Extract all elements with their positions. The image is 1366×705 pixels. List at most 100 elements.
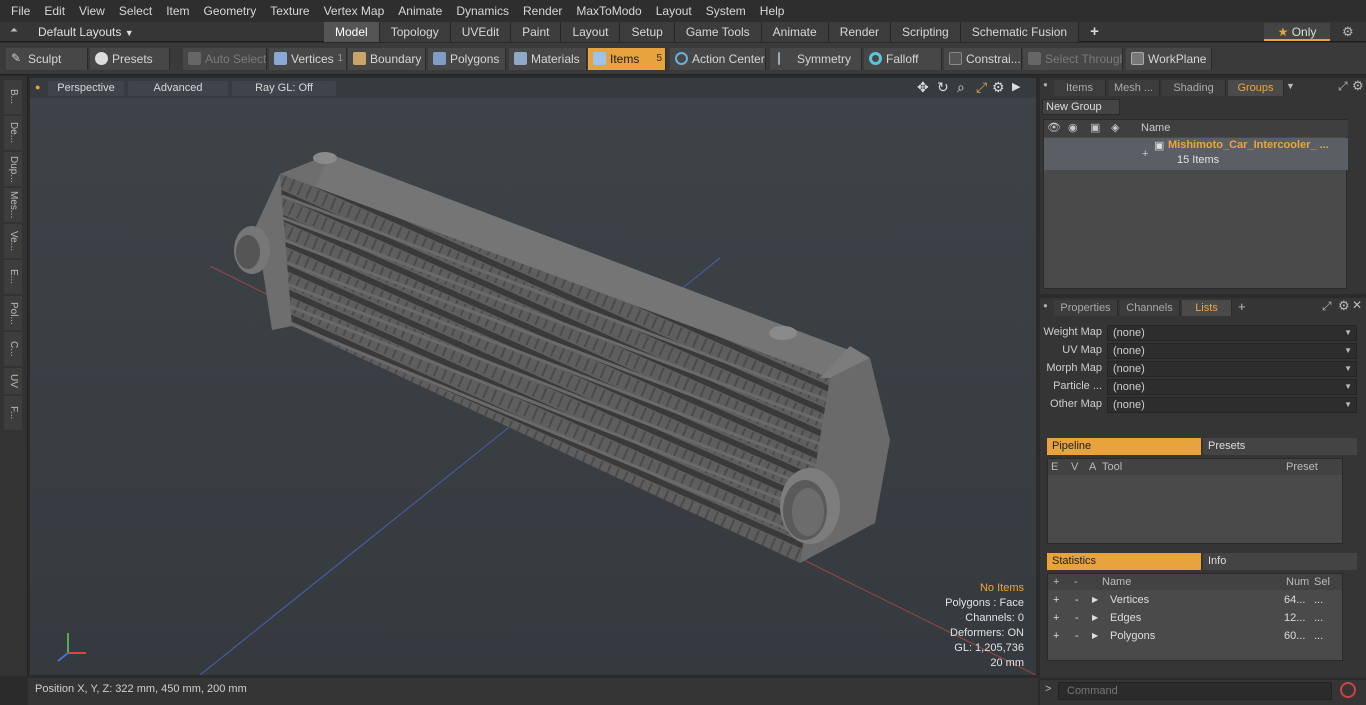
close-icon[interactable]: ✕ — [1352, 298, 1362, 312]
table-row[interactable]: + - ▶ Edges 12... ... — [1048, 609, 1342, 627]
select-through-button[interactable]: Select Through — [1023, 48, 1123, 70]
panel-dot-icon[interactable]: ● — [1043, 301, 1048, 310]
left-tab-mesh[interactable]: Mes... — [4, 188, 22, 222]
menu-dynamics[interactable]: Dynamics — [449, 0, 516, 22]
rotate-icon[interactable]: ↻ — [937, 79, 949, 96]
expand-icon[interactable]: ⤢ — [1338, 79, 1348, 94]
menu-geometry[interactable]: Geometry — [197, 0, 264, 22]
minus-icon[interactable]: - — [1075, 591, 1079, 609]
table-row[interactable]: + - ▶ Polygons 60... ... — [1048, 627, 1342, 645]
plus-icon[interactable]: + — [1053, 609, 1059, 627]
pipeline-tab[interactable]: Pipeline — [1047, 438, 1201, 455]
tab-layout[interactable]: Layout — [561, 22, 621, 42]
left-tab-edge[interactable]: E... — [4, 260, 22, 294]
triangle-right-icon[interactable]: ▶ — [1092, 609, 1098, 627]
layout-up-icon[interactable]: ⏶ — [10, 25, 18, 36]
menu-animate[interactable]: Animate — [391, 0, 449, 22]
tab-animate[interactable]: Animate — [761, 22, 829, 42]
gear-icon[interactable]: ⚙ — [1352, 78, 1364, 94]
weight-map-select[interactable]: (none) — [1107, 325, 1357, 341]
uv-map-select[interactable]: (none) — [1107, 343, 1357, 359]
remove-stat-icon[interactable]: - — [1074, 574, 1078, 590]
items-button[interactable]: Items 5 — [588, 48, 666, 70]
table-row[interactable]: + - ▶ Vertices 64... ... — [1048, 591, 1342, 609]
only-button[interactable]: ★ Only — [1264, 23, 1330, 41]
particle-map-select[interactable]: (none) — [1107, 379, 1357, 395]
left-tab-fusion[interactable]: F... — [4, 396, 22, 430]
menu-item[interactable]: Item — [159, 0, 196, 22]
tab-mesh[interactable]: Mesh ... — [1108, 80, 1160, 96]
menu-file[interactable]: File — [4, 0, 37, 22]
action-center-button[interactable]: Action Center — [670, 48, 766, 70]
workplane-button[interactable]: WorkPlane — [1126, 48, 1212, 70]
morph-map-select[interactable]: (none) — [1107, 361, 1357, 377]
add-stat-icon[interactable]: + — [1053, 574, 1059, 590]
add-tab-icon[interactable]: + — [1238, 299, 1246, 314]
render-icon[interactable]: ◉ — [1068, 121, 1078, 134]
record-icon[interactable] — [1340, 682, 1356, 698]
expand-icon[interactable]: ⤢ — [1322, 299, 1332, 314]
menu-edit[interactable]: Edit — [37, 0, 72, 22]
presets-tab[interactable]: Presets — [1203, 438, 1357, 455]
tab-lists[interactable]: Lists — [1182, 300, 1232, 316]
gear-icon[interactable]: ⚙ — [1338, 298, 1350, 314]
left-tab-vertex[interactable]: Ve... — [4, 224, 22, 258]
menu-system[interactable]: System — [699, 0, 753, 22]
tab-render[interactable]: Render — [828, 22, 892, 42]
eye-icon[interactable]: 👁 — [1047, 121, 1061, 134]
presets-button[interactable]: Presets — [90, 48, 170, 70]
command-input[interactable] — [1058, 682, 1332, 700]
zoom-icon[interactable]: ⌕ — [957, 79, 965, 96]
vertices-button[interactable]: Vertices 1 — [269, 48, 347, 70]
maximize-icon[interactable]: ⤢ — [976, 79, 987, 96]
tab-scripting[interactable]: Scripting — [891, 22, 961, 42]
symmetry-button[interactable]: Symmetry — [770, 48, 862, 70]
gear-icon[interactable]: ⚙ — [992, 79, 1005, 96]
left-tab-polygon[interactable]: Pol... — [4, 296, 22, 330]
advanced-button[interactable]: Advanced — [128, 81, 228, 96]
falloff-button[interactable]: Falloff — [864, 48, 942, 70]
triangle-right-icon[interactable]: ▶ — [1092, 627, 1098, 645]
materials-button[interactable]: Materials — [509, 48, 587, 70]
sculpt-button[interactable]: ✎ Sculpt — [6, 48, 88, 70]
tab-model[interactable]: Model — [324, 22, 380, 42]
minus-icon[interactable]: - — [1075, 609, 1079, 627]
lock-icon[interactable]: ▣ — [1090, 121, 1100, 134]
menu-render[interactable]: Render — [516, 0, 569, 22]
left-tab-basic[interactable]: B... — [4, 80, 22, 114]
gear-icon[interactable]: ⚙ — [1342, 24, 1354, 40]
menu-view[interactable]: View — [72, 0, 112, 22]
menu-vertex-map[interactable]: Vertex Map — [317, 0, 392, 22]
tab-schematic-fusion[interactable]: Schematic Fusion — [960, 22, 1080, 42]
perspective-button[interactable]: Perspective — [48, 81, 124, 96]
left-tab-deform[interactable]: De... — [4, 116, 22, 150]
select-icon[interactable]: ◈ — [1111, 121, 1119, 134]
viewport-dot-icon[interactable]: ● — [35, 82, 40, 92]
move-icon[interactable]: ✥ — [917, 79, 929, 96]
menu-texture[interactable]: Texture — [263, 0, 316, 22]
tab-topology[interactable]: Topology — [379, 22, 451, 42]
arrow-right-icon[interactable]: ▶ — [1012, 80, 1020, 93]
tab-shading[interactable]: Shading — [1162, 80, 1226, 96]
plus-icon[interactable]: + — [1053, 627, 1059, 645]
menu-maxtomodo[interactable]: MaxToModo — [569, 0, 648, 22]
new-group-button[interactable]: New Group — [1042, 99, 1120, 115]
plus-icon[interactable]: + — [1053, 591, 1059, 609]
menu-help[interactable]: Help — [753, 0, 792, 22]
tab-paint[interactable]: Paint — [511, 22, 562, 42]
left-tab-curve[interactable]: C... — [4, 332, 22, 366]
tab-items[interactable]: Items — [1054, 80, 1106, 96]
tab-properties[interactable]: Properties — [1054, 300, 1118, 316]
tab-game-tools[interactable]: Game Tools — [674, 22, 762, 42]
tab-channels[interactable]: Channels — [1120, 300, 1180, 316]
add-tab-button[interactable]: + — [1079, 22, 1110, 42]
polygons-button[interactable]: Polygons — [428, 48, 506, 70]
tab-groups[interactable]: Groups — [1228, 80, 1284, 96]
chevron-down-icon[interactable]: ▼ — [1286, 81, 1295, 91]
auto-select-button[interactable]: Auto Select — [183, 48, 267, 70]
group-row[interactable]: + ▣ Mishimoto_Car_Intercooler_ ... 15 It… — [1044, 138, 1348, 170]
boundary-button[interactable]: Boundary — [348, 48, 426, 70]
tab-setup[interactable]: Setup — [620, 22, 675, 42]
raygl-button[interactable]: Ray GL: Off — [232, 81, 336, 96]
triangle-right-icon[interactable]: ▶ — [1092, 591, 1098, 609]
